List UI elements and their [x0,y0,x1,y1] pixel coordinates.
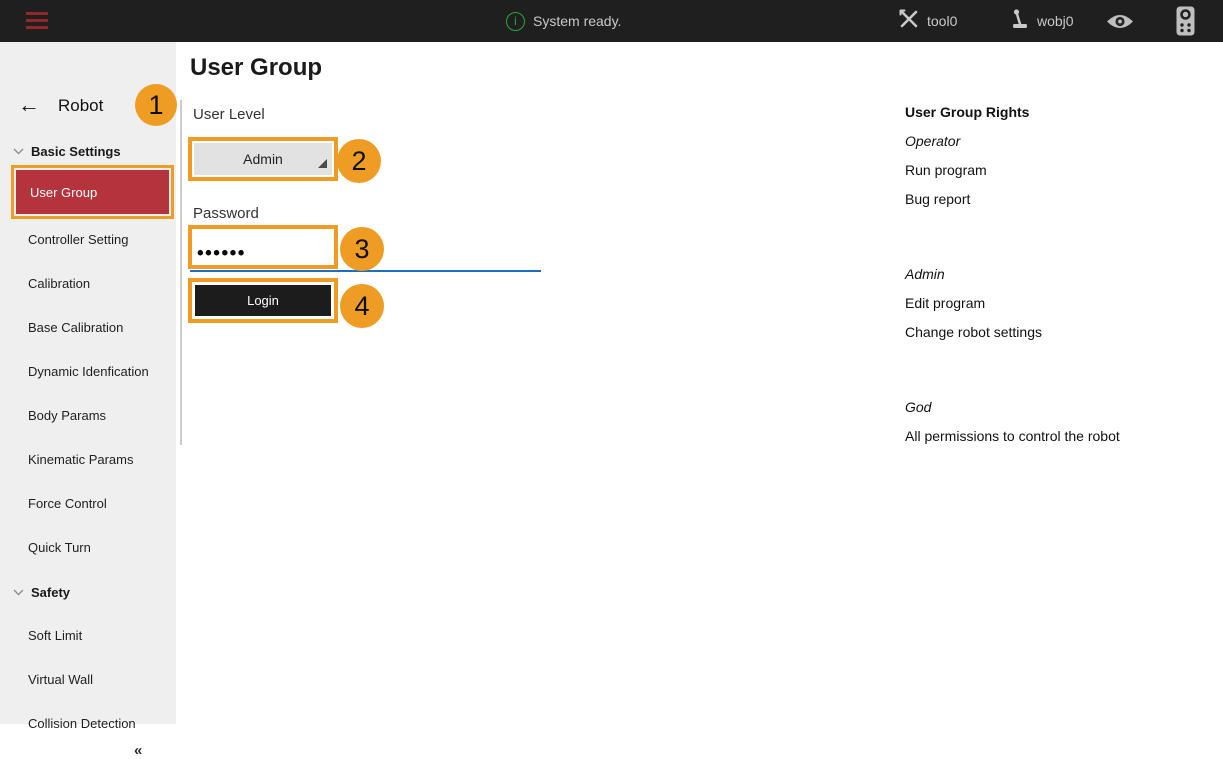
dropdown-corner-arrow-icon [318,155,327,171]
rights-perm: Edit program [905,295,985,311]
status-text: System ready. [533,13,621,29]
sidebar-item-user-group[interactable]: User Group [11,165,174,219]
teach-pendant-button[interactable] [1176,6,1195,41]
back-arrow-icon: ← [18,92,40,117]
rights-role-admin: Admin [905,266,945,282]
teach-pendant-icon [1176,23,1195,40]
sidebar-item-base-calibration[interactable]: Base Calibration [28,320,123,335]
chevron-down-icon [13,142,24,160]
rights-role-operator: Operator [905,133,960,149]
tool-selector[interactable]: tool0 [898,0,957,42]
topbar: i System ready. tool0 wobj0 [0,0,1223,42]
sidebar: ← Robot Basic Settings User Group Contro… [0,42,176,724]
sidebar-item-body-params[interactable]: Body Params [28,408,106,423]
wobj-selector[interactable]: wobj0 [1010,0,1074,42]
password-label: Password [193,205,259,222]
rights-role-god: God [905,399,931,415]
menu-button[interactable] [26,12,48,30]
info-icon: i [506,12,525,31]
sidebar-item-soft-limit[interactable]: Soft Limit [28,628,82,643]
section-safety[interactable]: Safety [13,583,70,601]
sidebar-item-user-group-label: User Group [16,170,169,214]
rights-perm: Bug report [905,191,970,207]
sidebar-item-dynamic-idenfication[interactable]: Dynamic Idenfication [28,364,149,379]
wobj-label: wobj0 [1037,13,1074,29]
sidebar-item-force-control[interactable]: Force Control [28,496,107,511]
back-button[interactable]: ← [18,93,40,117]
login-button-label: Login [195,285,331,316]
work-object-icon [1010,8,1030,35]
rights-perm: Run program [905,162,987,178]
rights-perm: Change robot settings [905,324,1042,340]
sidebar-collapse-button[interactable]: « [134,742,142,759]
user-level-dropdown[interactable]: Admin [188,137,338,181]
rights-perm: All permissions to control the robot [905,428,1120,444]
sidebar-item-kinematic-params[interactable]: Kinematic Params [28,452,133,467]
sidebar-item-controller-setting[interactable]: Controller Setting [28,232,128,247]
sidebar-title: Robot [58,96,103,116]
content-scrollbar[interactable] [180,100,182,445]
rights-title: User Group Rights [905,104,1029,120]
annotation-step-2: 2 [337,139,381,183]
user-level-label: User Level [193,106,265,123]
sidebar-item-calibration[interactable]: Calibration [28,276,90,291]
sidebar-item-quick-turn[interactable]: Quick Turn [28,540,91,555]
section-basic-settings[interactable]: Basic Settings [13,142,121,160]
login-button[interactable]: Login [188,278,338,323]
eye-icon [1106,17,1134,34]
chevron-down-icon [13,583,24,601]
annotation-step-1: 1 [135,84,177,126]
user-level-value: Admin [243,151,283,167]
page-title: User Group [190,54,322,82]
monitor-view-button[interactable] [1106,13,1134,35]
password-input[interactable]: •••••• [188,225,338,269]
tool-icon [898,8,920,35]
password-masked-value: •••••• [197,243,246,265]
system-status: i System ready. [506,0,621,42]
sidebar-item-virtual-wall[interactable]: Virtual Wall [28,672,93,687]
annotation-step-4: 4 [340,284,384,328]
hamburger-icon [26,12,48,29]
annotation-step-3: 3 [340,227,384,271]
tool-label: tool0 [927,13,957,29]
collapse-icon: « [134,742,142,759]
